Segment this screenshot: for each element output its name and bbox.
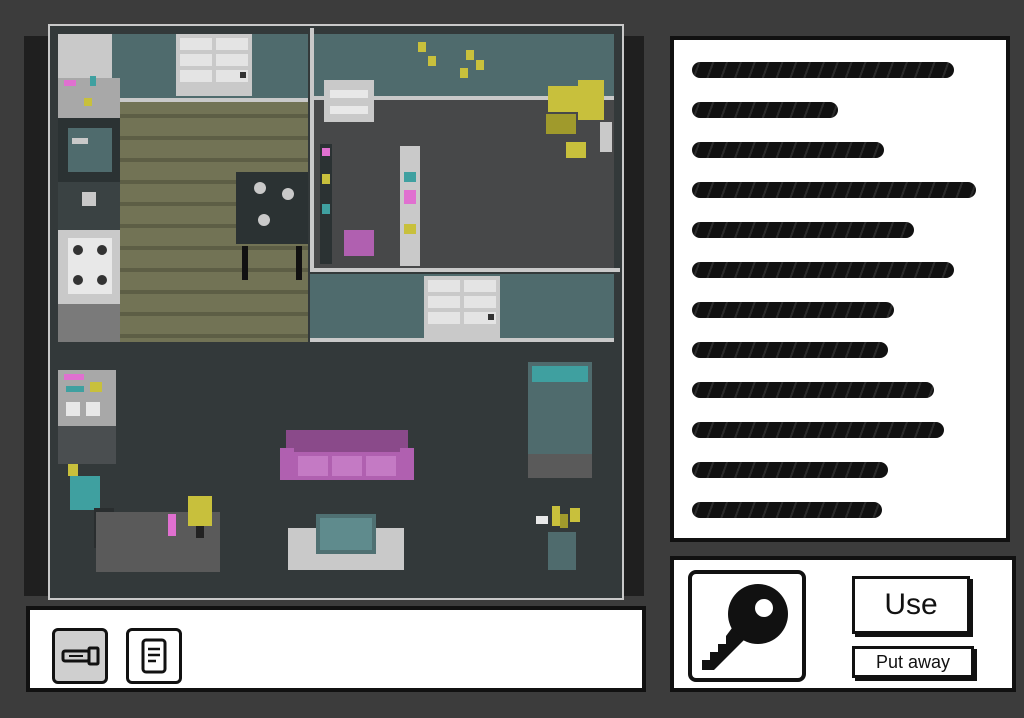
scribbled-line xyxy=(692,102,838,118)
scribbled-line xyxy=(692,302,894,318)
lamp[interactable] xyxy=(188,496,212,526)
room-map-svg xyxy=(48,24,624,600)
inventory-slot-note[interactable] xyxy=(126,628,182,684)
put-away-button[interactable]: Put away xyxy=(852,646,974,678)
flashlight-icon xyxy=(61,646,100,666)
action-panel: Use Put away xyxy=(670,556,1016,692)
room-map[interactable] xyxy=(48,24,624,600)
inventory-slot-flashlight[interactable] xyxy=(52,628,108,684)
scribbled-line xyxy=(692,222,914,238)
upper-cabinet xyxy=(58,34,112,78)
scribbled-line xyxy=(692,262,954,278)
bookshelf-right[interactable] xyxy=(528,362,592,478)
pink-cushion[interactable] xyxy=(344,230,374,256)
message-panel xyxy=(670,36,1010,542)
sofa[interactable] xyxy=(280,430,414,480)
use-button[interactable]: Use xyxy=(852,576,970,634)
scribbled-line xyxy=(692,62,954,78)
scribbled-line xyxy=(692,142,884,158)
scribbled-line xyxy=(692,462,888,478)
scribbled-line xyxy=(692,422,944,438)
scribbled-line xyxy=(692,342,888,358)
shelf-middle[interactable] xyxy=(400,146,420,266)
note-icon xyxy=(141,638,167,674)
scribbled-line xyxy=(692,182,976,198)
scribbled-line xyxy=(692,502,882,518)
printer[interactable] xyxy=(324,80,374,122)
bottle[interactable] xyxy=(168,514,176,536)
plant-pot-small[interactable] xyxy=(70,476,100,510)
selected-item-box xyxy=(688,570,806,682)
inventory-bar xyxy=(26,606,646,692)
key-icon xyxy=(702,584,788,670)
scribbled-line xyxy=(692,382,934,398)
